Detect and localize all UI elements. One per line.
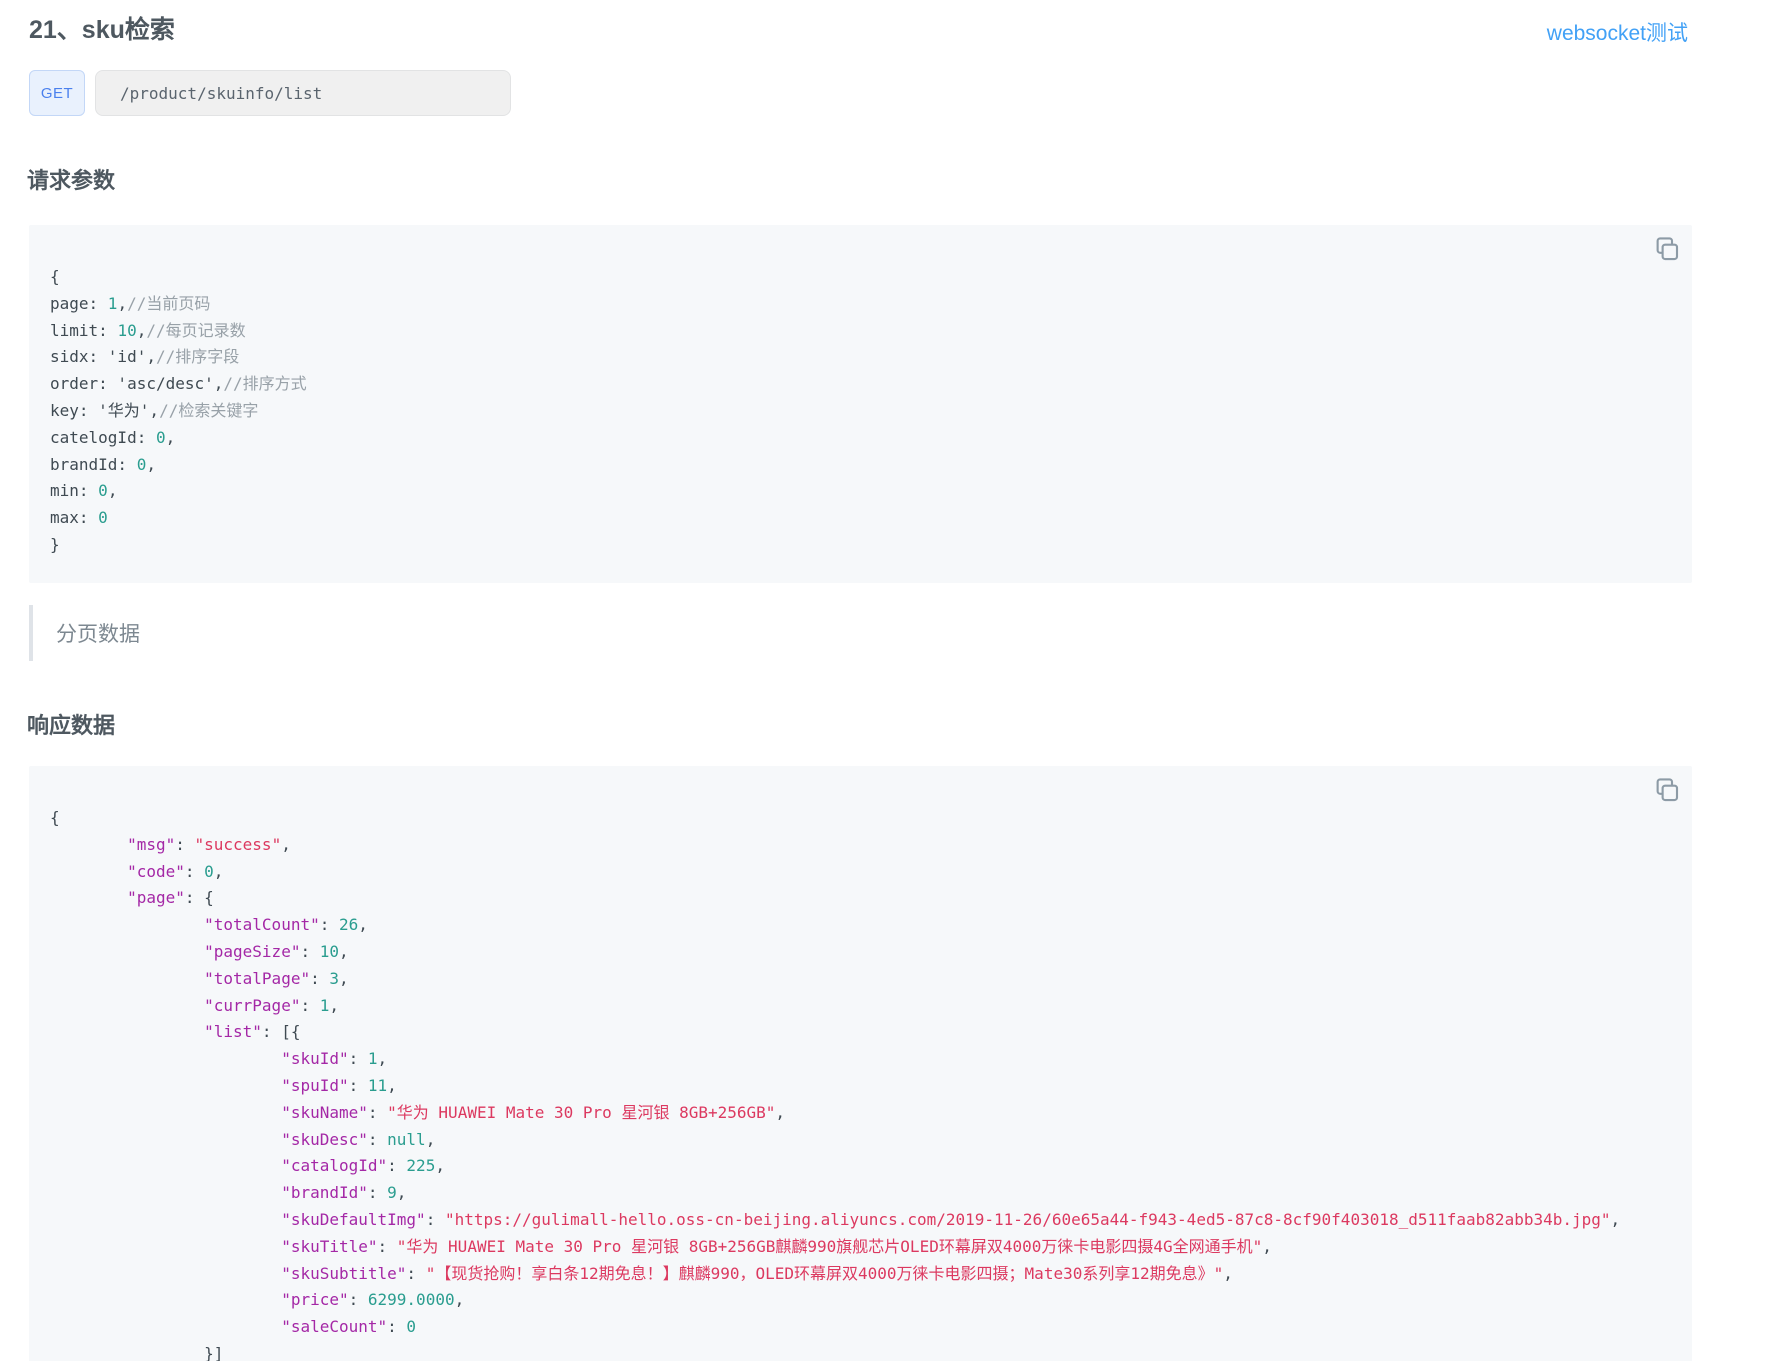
endpoint-row: GET /product/skuinfo/list <box>29 70 511 116</box>
copy-icon <box>1652 775 1682 808</box>
websocket-test-link[interactable]: websocket测试 <box>1547 17 1688 47</box>
request-params-code-block: {page: 1,//当前页码 limit: 10,//每页记录数 sidx: 'i… <box>29 225 1692 583</box>
response-data-code: { "msg": "success", "code": 0, "page": {… <box>50 808 1621 1361</box>
http-method-badge: GET <box>29 70 85 116</box>
page-title: 21、sku检索 <box>29 16 175 44</box>
request-params-heading: 请求参数 <box>27 168 116 193</box>
pagination-note: 分页数据 <box>29 605 140 661</box>
copy-icon <box>1652 234 1682 267</box>
response-data-heading: 响应数据 <box>27 713 116 738</box>
copy-button[interactable] <box>1651 775 1683 807</box>
response-data-code-block: { "msg": "success", "code": 0, "page": {… <box>29 766 1692 1361</box>
pagination-note-text: 分页数据 <box>56 623 140 646</box>
copy-button[interactable] <box>1651 234 1683 266</box>
endpoint-path-field[interactable]: /product/skuinfo/list <box>95 70 511 116</box>
request-params-code: {page: 1,//当前页码 limit: 10,//每页记录数 sidx: 'i… <box>50 267 307 554</box>
